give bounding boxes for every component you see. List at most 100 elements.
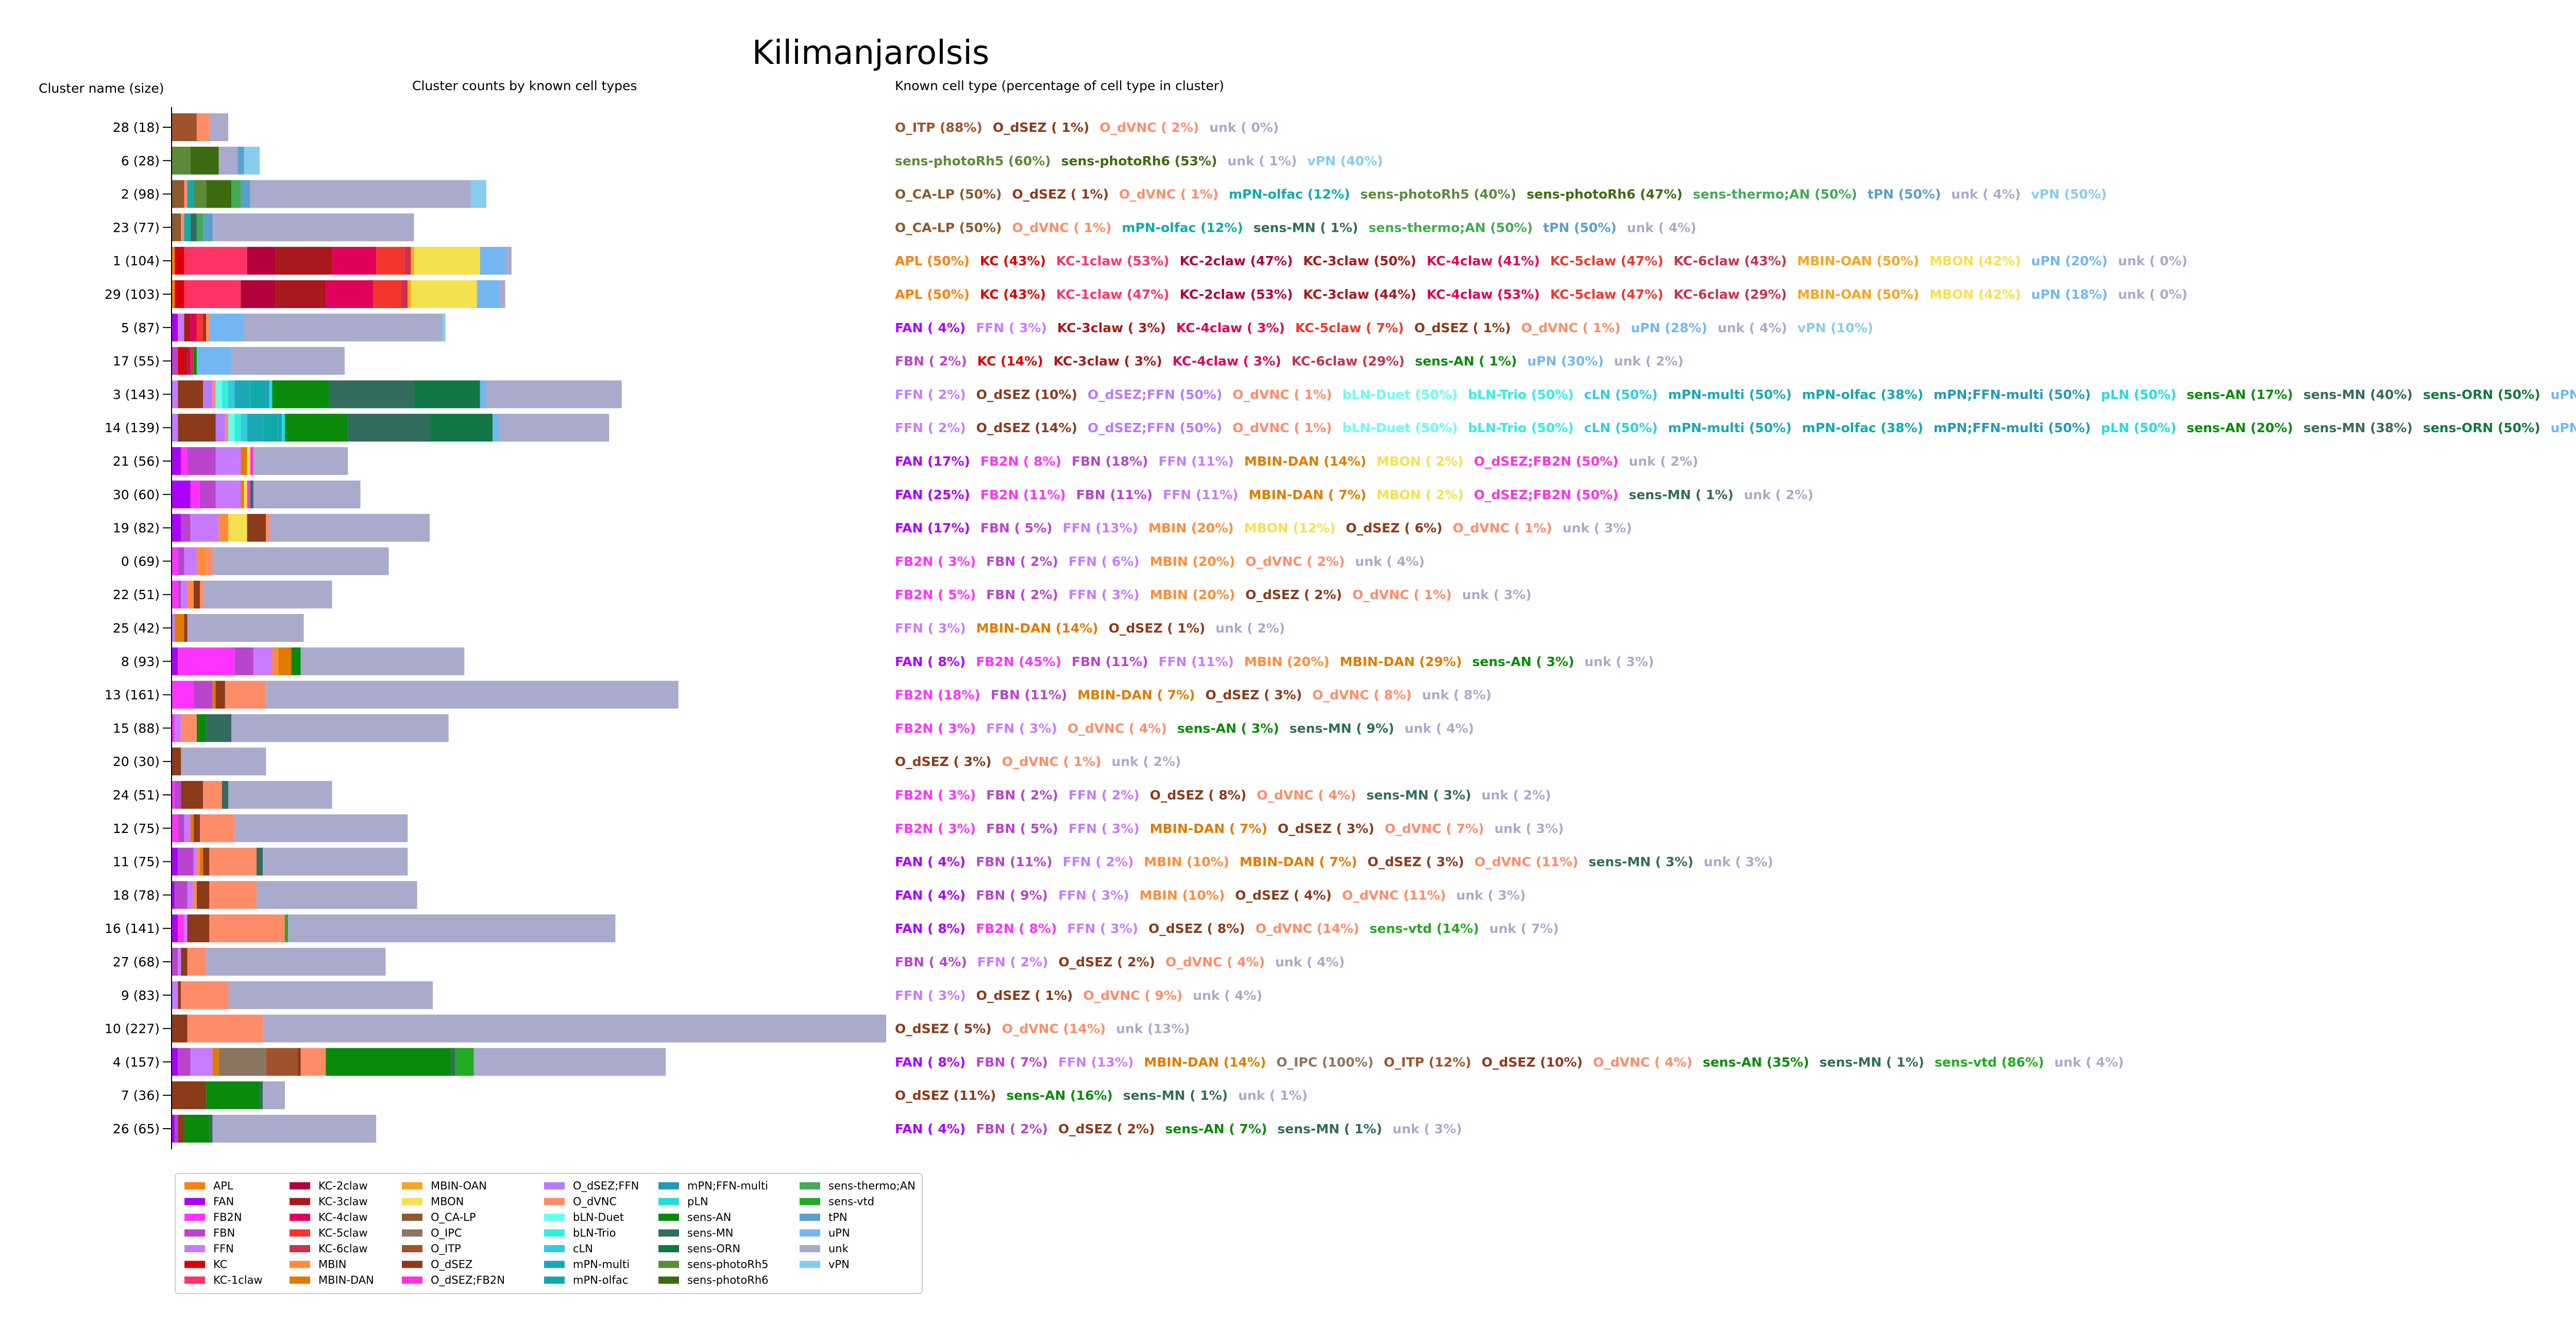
- bar-segment: unk: 46: [263, 847, 408, 876]
- bar-segment: unk: 30: [253, 447, 348, 475]
- row-label: 12 (75): [113, 821, 160, 836]
- row-label: 18 (78): [113, 888, 160, 903]
- bar-segment: bLN-Duet: 2: [228, 414, 235, 442]
- legend-label: sens-MN: [687, 1227, 734, 1239]
- annotation-text: FB2N (45%): [976, 654, 1061, 669]
- row-label: 25 (42): [113, 621, 160, 636]
- bar-segment: FBN: 3: [181, 514, 191, 542]
- annotation-text: sens-AN (17%): [2187, 387, 2293, 402]
- annotation-text: O_dVNC (11%): [1475, 855, 1579, 870]
- bar-segment: unk: 57: [206, 948, 386, 976]
- annotation-text: sens-MN ( 1%): [1629, 487, 1733, 502]
- bar-segment: O_dSEZ: 11: [172, 1081, 207, 1110]
- bar-segment: unk: 41: [203, 581, 332, 609]
- annotation-text: sens-AN (35%): [1703, 1054, 1809, 1069]
- annotation-text: unk ( 2%): [1629, 454, 1698, 469]
- annotation-text: sens-MN ( 1%): [1820, 1054, 1924, 1069]
- bar-segment: O_dSEZ: 1: [203, 313, 207, 342]
- bar-segment: unk: 43: [486, 380, 622, 409]
- annotation-text: unk ( 2%): [1744, 487, 1814, 502]
- annotation-text: sens-MN (38%): [2303, 420, 2413, 435]
- annotation-text: uPN (18%): [2031, 287, 2108, 302]
- legend-swatch: [800, 1261, 820, 1268]
- bar-segment: KC-5claw: 9: [373, 280, 402, 308]
- annotation-text: sens-AN (20%): [2187, 420, 2293, 435]
- row-label: 27 (68): [113, 955, 160, 969]
- bar-segment: O_dVNC: 5: [181, 714, 197, 742]
- bar-segment: O_dSEZ: 7: [187, 914, 210, 943]
- legend-label: O_dVNC: [573, 1196, 617, 1209]
- bar-segment: MBIN-DAN: 2: [212, 1048, 219, 1076]
- bar-segment: mPN-olfac: 2: [184, 213, 191, 242]
- annotation-text: KC-4claw ( 3%): [1173, 354, 1281, 369]
- annotation-text: MBIN-DAN ( 7%): [1150, 821, 1267, 836]
- annotation-text: KC (43%): [980, 287, 1046, 302]
- bar-segment: unk: 104: [288, 914, 616, 943]
- annotation-text: sens-thermo;AN (50%): [1693, 187, 1857, 202]
- bar-segment: sens-AN: 3: [196, 714, 207, 742]
- bar-segment: MBON: 1: [244, 480, 247, 508]
- bar-segment: O_dSEZ: 4: [196, 881, 210, 909]
- legend-label: FFN: [213, 1243, 234, 1255]
- legend-label: KC-3claw: [318, 1196, 368, 1208]
- annotation-text: unk ( 4%): [1355, 554, 1425, 569]
- bar-segment: uPN: 11: [209, 313, 244, 342]
- bar-segment: sens-AN: 17: [206, 1081, 260, 1110]
- row-label: 10 (227): [105, 1022, 160, 1036]
- legend-swatch: [544, 1214, 565, 1221]
- annotation-text: MBIN (10%): [1144, 855, 1229, 870]
- bar-segment: unk: 131: [266, 680, 679, 709]
- legend-swatch: [290, 1214, 310, 1221]
- annotation-text: FFN ( 3%): [1069, 587, 1140, 602]
- legend-label: sens-AN: [687, 1211, 731, 1223]
- annotation-text: MBIN-OAN (50%): [1797, 287, 1919, 302]
- annotation-text: FBN (11%): [991, 688, 1067, 703]
- annotation-text: FAN ( 8%): [895, 921, 965, 936]
- bar-segment: O_dSEZ: 3: [172, 747, 181, 776]
- bar-segment: FAN: 2: [172, 647, 178, 675]
- legend-swatch: [402, 1198, 422, 1205]
- row-label: 1 (104): [113, 253, 160, 268]
- annotation-text: sens-MN ( 9%): [1290, 721, 1394, 736]
- annotation-text: KC-3claw ( 3%): [1057, 320, 1166, 335]
- annotation-text: FFN ( 3%): [986, 721, 1057, 736]
- bar-segment: O_dVNC: 15: [209, 847, 257, 876]
- annotation-text: sens-MN ( 1%): [1123, 1088, 1228, 1103]
- bar-segment: FFN: 2: [172, 981, 178, 1009]
- bar-segment: sens-photoRh6: 8: [206, 180, 232, 208]
- legend-swatch: [184, 1182, 205, 1189]
- annotation-text: FAN (17%): [895, 454, 970, 469]
- annotation-text: FBN ( 2%): [986, 587, 1058, 602]
- bar-segment: KC-3claw: 1: [184, 347, 188, 375]
- annotation-text: vPN (50%): [2031, 187, 2107, 202]
- legend-label: KC-4claw: [318, 1211, 368, 1223]
- chart-title: Kilimanjarolsis: [752, 34, 990, 72]
- annotation-text: unk ( 2%): [1482, 788, 1551, 803]
- annotation-text: KC-6claw (43%): [1674, 253, 1787, 268]
- bar-segment: unk: 64: [212, 213, 414, 242]
- annotation-text: FB2N ( 3%): [895, 554, 976, 569]
- bar-segment: FFN: 4: [184, 547, 197, 575]
- bar-segment: O_dVNC: 1: [184, 180, 188, 208]
- annotation-text: unk ( 0%): [1209, 120, 1279, 135]
- annotation-text: unk ( 2%): [1112, 754, 1181, 769]
- legend-swatch: [402, 1229, 422, 1237]
- annotation-text: KC-2claw (53%): [1180, 287, 1293, 302]
- annotation-text: sens-vtd (14%): [1369, 921, 1479, 936]
- annotation-text: FB2N (11%): [980, 487, 1066, 502]
- legend-label: O_dSEZ;FB2N: [431, 1274, 505, 1287]
- bar-segment: KC: 3: [175, 280, 184, 308]
- bar-segment: sens-thermo;AN: 2: [196, 213, 204, 242]
- annotation-text: unk ( 0%): [2118, 287, 2188, 302]
- annotation-text: FFN ( 2%): [895, 420, 966, 435]
- bar-segment: FAN: 6: [172, 480, 191, 508]
- legend-swatch: [544, 1261, 565, 1268]
- bar-segment: KC-4claw: 14: [332, 247, 377, 275]
- annotation-text: sens-AN ( 3%): [1472, 654, 1574, 669]
- bar-segment: FAN: 2: [172, 1048, 178, 1076]
- bar-segment: unk: 33: [228, 781, 332, 809]
- bar-segment: O_dVNC: 1: [206, 313, 210, 342]
- bar-segment: FFN: 2: [172, 414, 178, 442]
- annotation-text: sens-AN ( 1%): [1415, 354, 1517, 369]
- annotation-text: sens-thermo;AN (50%): [1368, 220, 1533, 235]
